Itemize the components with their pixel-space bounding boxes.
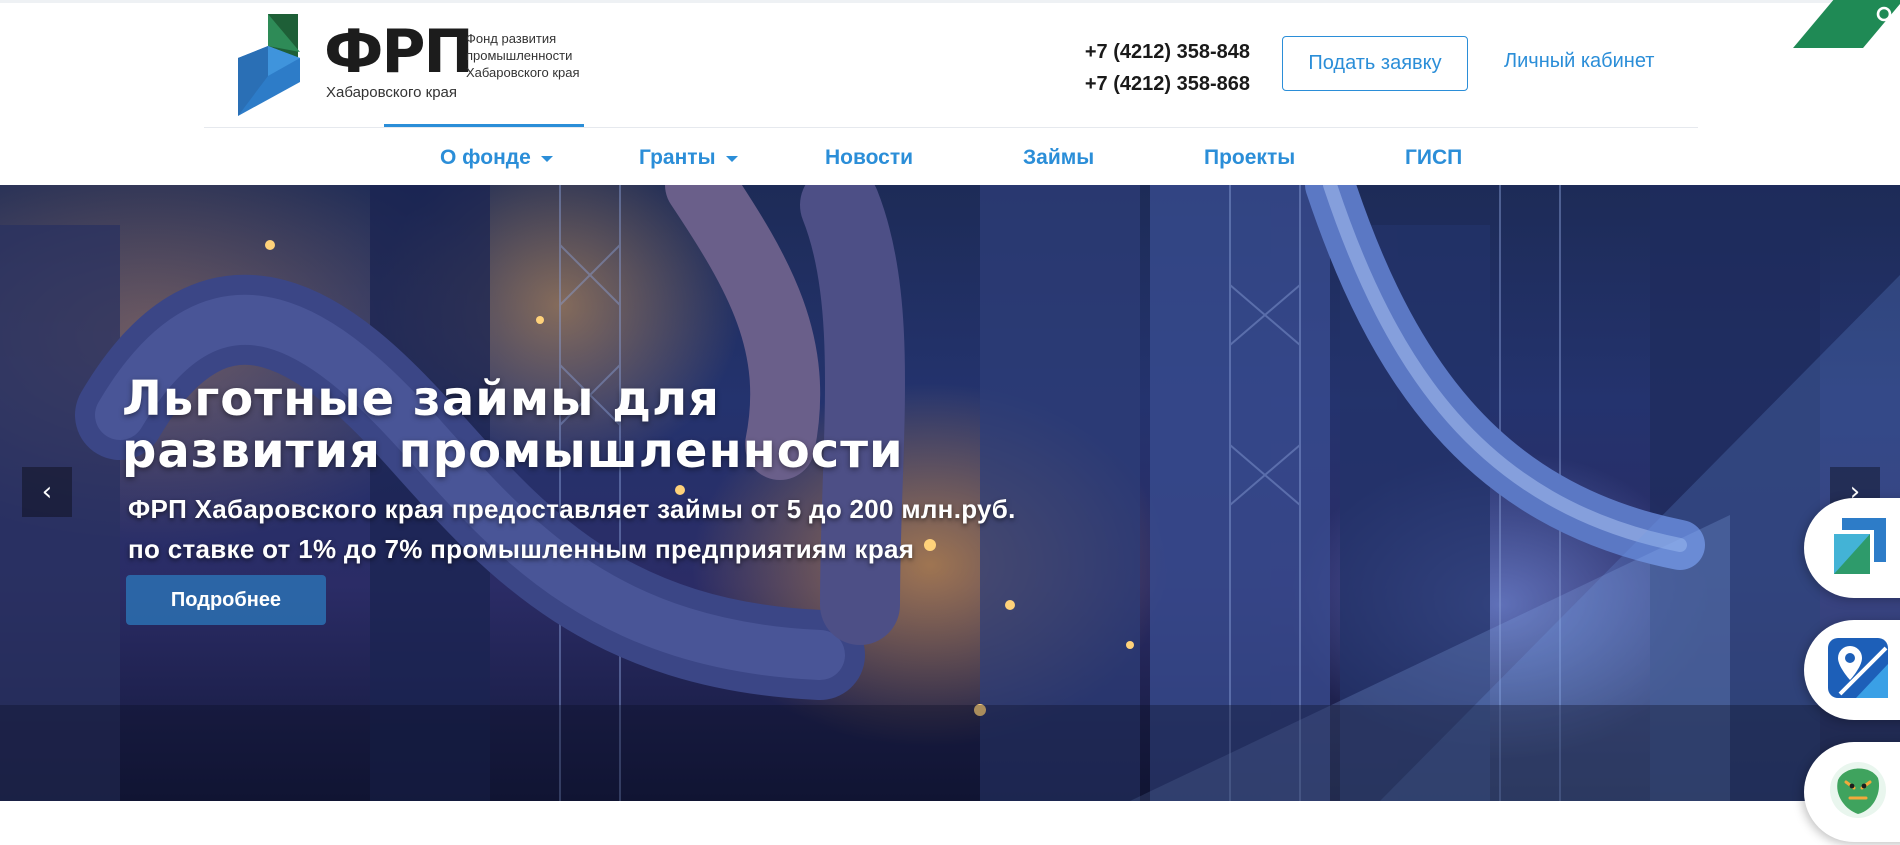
logo-region: Хабаровского края	[326, 84, 458, 101]
nav-item-label: Новости	[825, 146, 914, 169]
main-nav: О фонде Гранты Новости Займы Проекты ГИС…	[0, 140, 1900, 184]
hero-subtitle-line: по ставке от 1% до 7% промышленным предп…	[128, 534, 915, 564]
tiger-emblem-icon	[1830, 762, 1886, 818]
logo[interactable]: ФРП Хабаровского края Фонд развития пром…	[238, 14, 598, 118]
cabinet-link[interactable]: Личный кабинет	[1504, 50, 1654, 73]
hero-title-line: Льготные займы для	[122, 371, 720, 427]
more-button[interactable]: Подробнее	[126, 575, 326, 625]
logo-mark-icon	[238, 14, 300, 116]
nav-item-loans[interactable]: Займы	[1023, 146, 1094, 170]
hero-subtitle: ФРП Хабаровского края предоставляет займ…	[128, 489, 1128, 569]
frp-logo-icon	[1834, 518, 1886, 574]
search-icon[interactable]	[1872, 3, 1900, 31]
slider-prev-arrow[interactable]: ‹	[22, 467, 72, 517]
nav-item-label: Проекты	[1204, 146, 1296, 169]
logo-description: Фонд развития промышленности Хабаровског…	[466, 30, 616, 81]
phone-2[interactable]: +7 (4212) 358-868	[1050, 68, 1250, 100]
site-header: ФРП Хабаровского края Фонд развития пром…	[0, 0, 1900, 128]
phone-1[interactable]: +7 (4212) 358-848	[1050, 36, 1250, 68]
nav-item-projects[interactable]: Проекты	[1204, 146, 1295, 170]
frp-badge[interactable]	[1804, 498, 1900, 598]
nav-item-gisp[interactable]: ГИСП	[1405, 146, 1462, 170]
nav-item-grants[interactable]: Гранты	[639, 146, 738, 170]
tiger-badge[interactable]	[1804, 742, 1900, 842]
nav-item-label: Займы	[1023, 146, 1095, 169]
chevron-down-icon	[540, 156, 553, 162]
nav-item-label: Гранты	[639, 146, 716, 169]
header-divider	[204, 127, 1698, 128]
nav-item-label: ГИСП	[1405, 146, 1463, 169]
hero-subtitle-line: ФРП Хабаровского края предоставляет займ…	[128, 494, 1016, 524]
logo-desc-line: Хабаровского края	[466, 65, 580, 80]
logo-abbr: ФРП	[324, 17, 474, 87]
logo-desc-line: Фонд развития	[466, 31, 557, 46]
hero-title-line: развития промышленности	[122, 423, 904, 479]
hero-title: Льготные займы для развития промышленнос…	[122, 373, 982, 477]
map-badge[interactable]	[1804, 620, 1900, 720]
nav-item-about[interactable]: О фонде	[440, 146, 553, 170]
phone-list: +7 (4212) 358-848 +7 (4212) 358-868	[1050, 36, 1250, 100]
nav-item-news[interactable]: Новости	[825, 146, 913, 170]
map-pin-icon	[1828, 638, 1888, 698]
chevron-down-icon	[725, 156, 738, 162]
logo-desc-line: промышленности	[466, 48, 573, 63]
apply-button[interactable]: Подать заявку	[1282, 36, 1468, 91]
nav-item-label: О фонде	[440, 146, 531, 169]
hero-slider: Льготные займы для развития промышленнос…	[0, 185, 1900, 801]
